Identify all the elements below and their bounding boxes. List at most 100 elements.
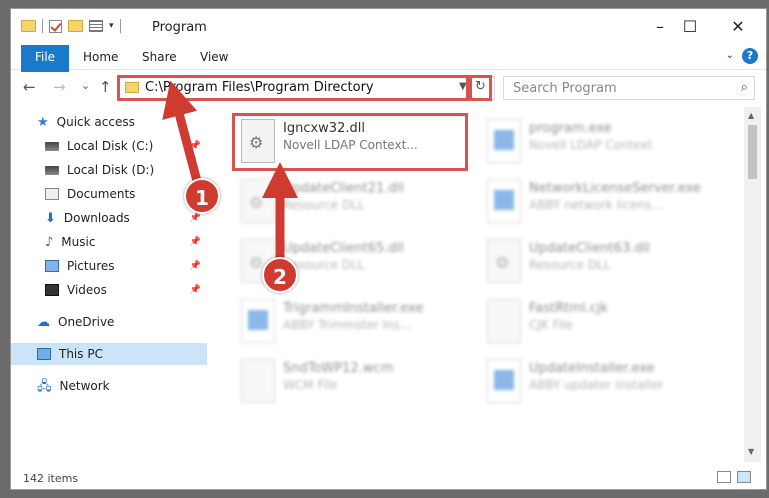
pin-icon: 📌 bbox=[189, 261, 201, 271]
pin-icon: 📌 bbox=[189, 285, 201, 295]
drive-icon bbox=[45, 141, 59, 151]
tab-view[interactable]: View bbox=[200, 45, 228, 69]
file-type: CJK File bbox=[529, 318, 573, 332]
navigation-pane: ★ Quick access Local Disk (C:) 📌 Local D… bbox=[11, 107, 207, 462]
sidebar-item-label: This PC bbox=[59, 347, 103, 361]
sidebar-item-label: OneDrive bbox=[58, 315, 115, 329]
file-name: UpdateClient21.dll bbox=[283, 181, 404, 196]
documents-icon bbox=[45, 188, 59, 200]
new-folder-icon[interactable] bbox=[68, 20, 83, 32]
downloads-icon: ⬇ bbox=[45, 210, 56, 226]
scrollbar-thumb[interactable] bbox=[748, 125, 757, 179]
status-bar: 142 items bbox=[11, 467, 766, 489]
title-bar: ▾ Program – ☐ ✕ bbox=[11, 9, 766, 43]
file-item[interactable]: TrigrammInstaller.exe ABBY Trimmster Ins… bbox=[231, 293, 467, 349]
sidebar-item-label: Local Disk (D:) bbox=[67, 163, 155, 177]
file-item[interactable]: UpdateInstaller.exe ABBY updater install… bbox=[477, 353, 713, 409]
tab-home[interactable]: Home bbox=[83, 45, 118, 69]
file-name: UpdateClient65.dll bbox=[283, 241, 404, 256]
tab-share[interactable]: Share bbox=[142, 45, 177, 69]
ribbon-tabs: File Home Share View ⌄ ? bbox=[11, 45, 766, 101]
file-item[interactable]: NetworkLicenseServer.exe ABBY network li… bbox=[477, 173, 713, 229]
divider bbox=[42, 19, 43, 33]
gear-icon: ⚙ bbox=[249, 193, 264, 212]
customize-dropdown-icon[interactable]: ▾ bbox=[109, 21, 114, 31]
sidebar-item-documents[interactable]: Documents 📌 bbox=[11, 183, 207, 205]
window-title: Program bbox=[152, 20, 207, 35]
quick-access-toolbar: ▾ bbox=[21, 19, 121, 33]
file-type: Resource DLL bbox=[283, 198, 365, 212]
sidebar-item-downloads[interactable]: ⬇ Downloads 📌 bbox=[11, 207, 207, 229]
vertical-scrollbar[interactable]: ▲ ▼ bbox=[744, 107, 761, 462]
folder-icon bbox=[21, 20, 36, 32]
sidebar-item-label: Quick access bbox=[56, 115, 135, 129]
sidebar-item-this-pc[interactable]: This PC bbox=[11, 343, 207, 365]
file-item[interactable]: ⚙ UpdateClient63.dll Resource DLL bbox=[477, 233, 713, 289]
file-item[interactable]: FastRtml.cjk CJK File bbox=[477, 293, 713, 349]
up-button[interactable]: ↑ bbox=[99, 78, 112, 96]
gear-icon: ⚙ bbox=[249, 253, 264, 272]
sidebar-item-onedrive[interactable]: ☁ OneDrive bbox=[11, 311, 207, 333]
properties-check-icon[interactable] bbox=[49, 19, 62, 33]
close-button[interactable]: ✕ bbox=[723, 15, 753, 37]
item-count: 142 items bbox=[23, 472, 79, 485]
sidebar-item-local-disk-c[interactable]: Local Disk (C:) 📌 bbox=[11, 135, 207, 157]
forward-button[interactable]: → bbox=[53, 78, 66, 96]
customize-icon[interactable] bbox=[89, 20, 103, 32]
pin-icon: 📌 bbox=[189, 237, 201, 247]
search-box[interactable]: Search Program ⌕ bbox=[503, 76, 755, 100]
file-name: program.exe bbox=[529, 121, 612, 136]
file-item[interactable]: ⚙ UpdateClient21.dll Resource DLL bbox=[231, 173, 467, 229]
sidebar-item-videos[interactable]: Videos 📌 bbox=[11, 279, 207, 301]
annotation-badge-1: 1 bbox=[184, 178, 220, 214]
file-name: NetworkLicenseServer.exe bbox=[529, 181, 701, 196]
search-icon: ⌕ bbox=[740, 80, 748, 95]
divider bbox=[119, 19, 121, 33]
file-item[interactable]: SndToWP12.wcm WCM File bbox=[231, 353, 467, 409]
expand-ribbon-icon[interactable]: ⌄ bbox=[726, 50, 734, 61]
file-item[interactable]: program.exe Novell LDAP Context bbox=[477, 113, 713, 169]
recent-locations-button[interactable]: ⌄ bbox=[81, 79, 90, 92]
generic-file-icon bbox=[241, 359, 275, 403]
address-highlight-box bbox=[117, 75, 469, 101]
file-type: Novell LDAP Context bbox=[529, 138, 653, 152]
sidebar-item-label: Local Disk (C:) bbox=[67, 139, 154, 153]
sidebar-item-quick-access[interactable]: ★ Quick access bbox=[11, 111, 207, 133]
sidebar-item-local-disk-d[interactable]: Local Disk (D:) bbox=[11, 159, 207, 181]
sidebar-item-label: Downloads bbox=[63, 211, 130, 225]
file-name: SndToWP12.wcm bbox=[283, 361, 394, 376]
exe-file-icon bbox=[487, 119, 521, 163]
sidebar-item-label: Music bbox=[61, 235, 96, 249]
navigation-bar: ← → ⌄ ↑ C:\Program Files\Program Directo… bbox=[11, 72, 766, 102]
sidebar-item-label: Documents bbox=[67, 187, 136, 201]
pin-icon: 📌 bbox=[189, 213, 201, 223]
tiles-view-icon[interactable] bbox=[737, 471, 751, 483]
search-input[interactable]: Search Program bbox=[513, 81, 617, 96]
computer-icon bbox=[37, 348, 51, 360]
sidebar-item-label: Network bbox=[59, 379, 110, 393]
scroll-up-icon[interactable]: ▲ bbox=[748, 111, 754, 120]
file-name: UpdateInstaller.exe bbox=[529, 361, 655, 376]
drive-icon bbox=[45, 165, 59, 175]
refresh-button[interactable]: ↻ bbox=[469, 75, 492, 101]
minimize-button[interactable]: – bbox=[645, 15, 675, 37]
file-name: UpdateClient63.dll bbox=[529, 241, 650, 256]
file-type: ABBY updater installer bbox=[529, 378, 664, 392]
sidebar-item-label: Pictures bbox=[67, 259, 115, 273]
explorer-window: ▾ Program – ☐ ✕ File Home Share View ⌄ ?… bbox=[10, 8, 767, 490]
file-type: Resource DLL bbox=[529, 258, 611, 272]
scroll-down-icon[interactable]: ▼ bbox=[748, 447, 754, 456]
network-icon: 🖧 bbox=[37, 378, 52, 394]
sidebar-item-music[interactable]: ♪ Music 📌 bbox=[11, 231, 207, 253]
sidebar-item-pictures[interactable]: Pictures 📌 bbox=[11, 255, 207, 277]
exe-file-icon bbox=[241, 299, 275, 343]
maximize-button[interactable]: ☐ bbox=[675, 15, 705, 37]
help-button[interactable]: ? bbox=[742, 48, 758, 64]
details-view-icon[interactable] bbox=[717, 471, 731, 483]
back-button[interactable]: ← bbox=[23, 78, 36, 96]
sidebar-item-network[interactable]: 🖧 Network bbox=[11, 375, 207, 397]
cloud-icon: ☁ bbox=[37, 314, 50, 330]
file-name: FastRtml.cjk bbox=[529, 301, 608, 316]
videos-icon bbox=[45, 284, 59, 296]
exe-file-icon bbox=[487, 179, 521, 223]
